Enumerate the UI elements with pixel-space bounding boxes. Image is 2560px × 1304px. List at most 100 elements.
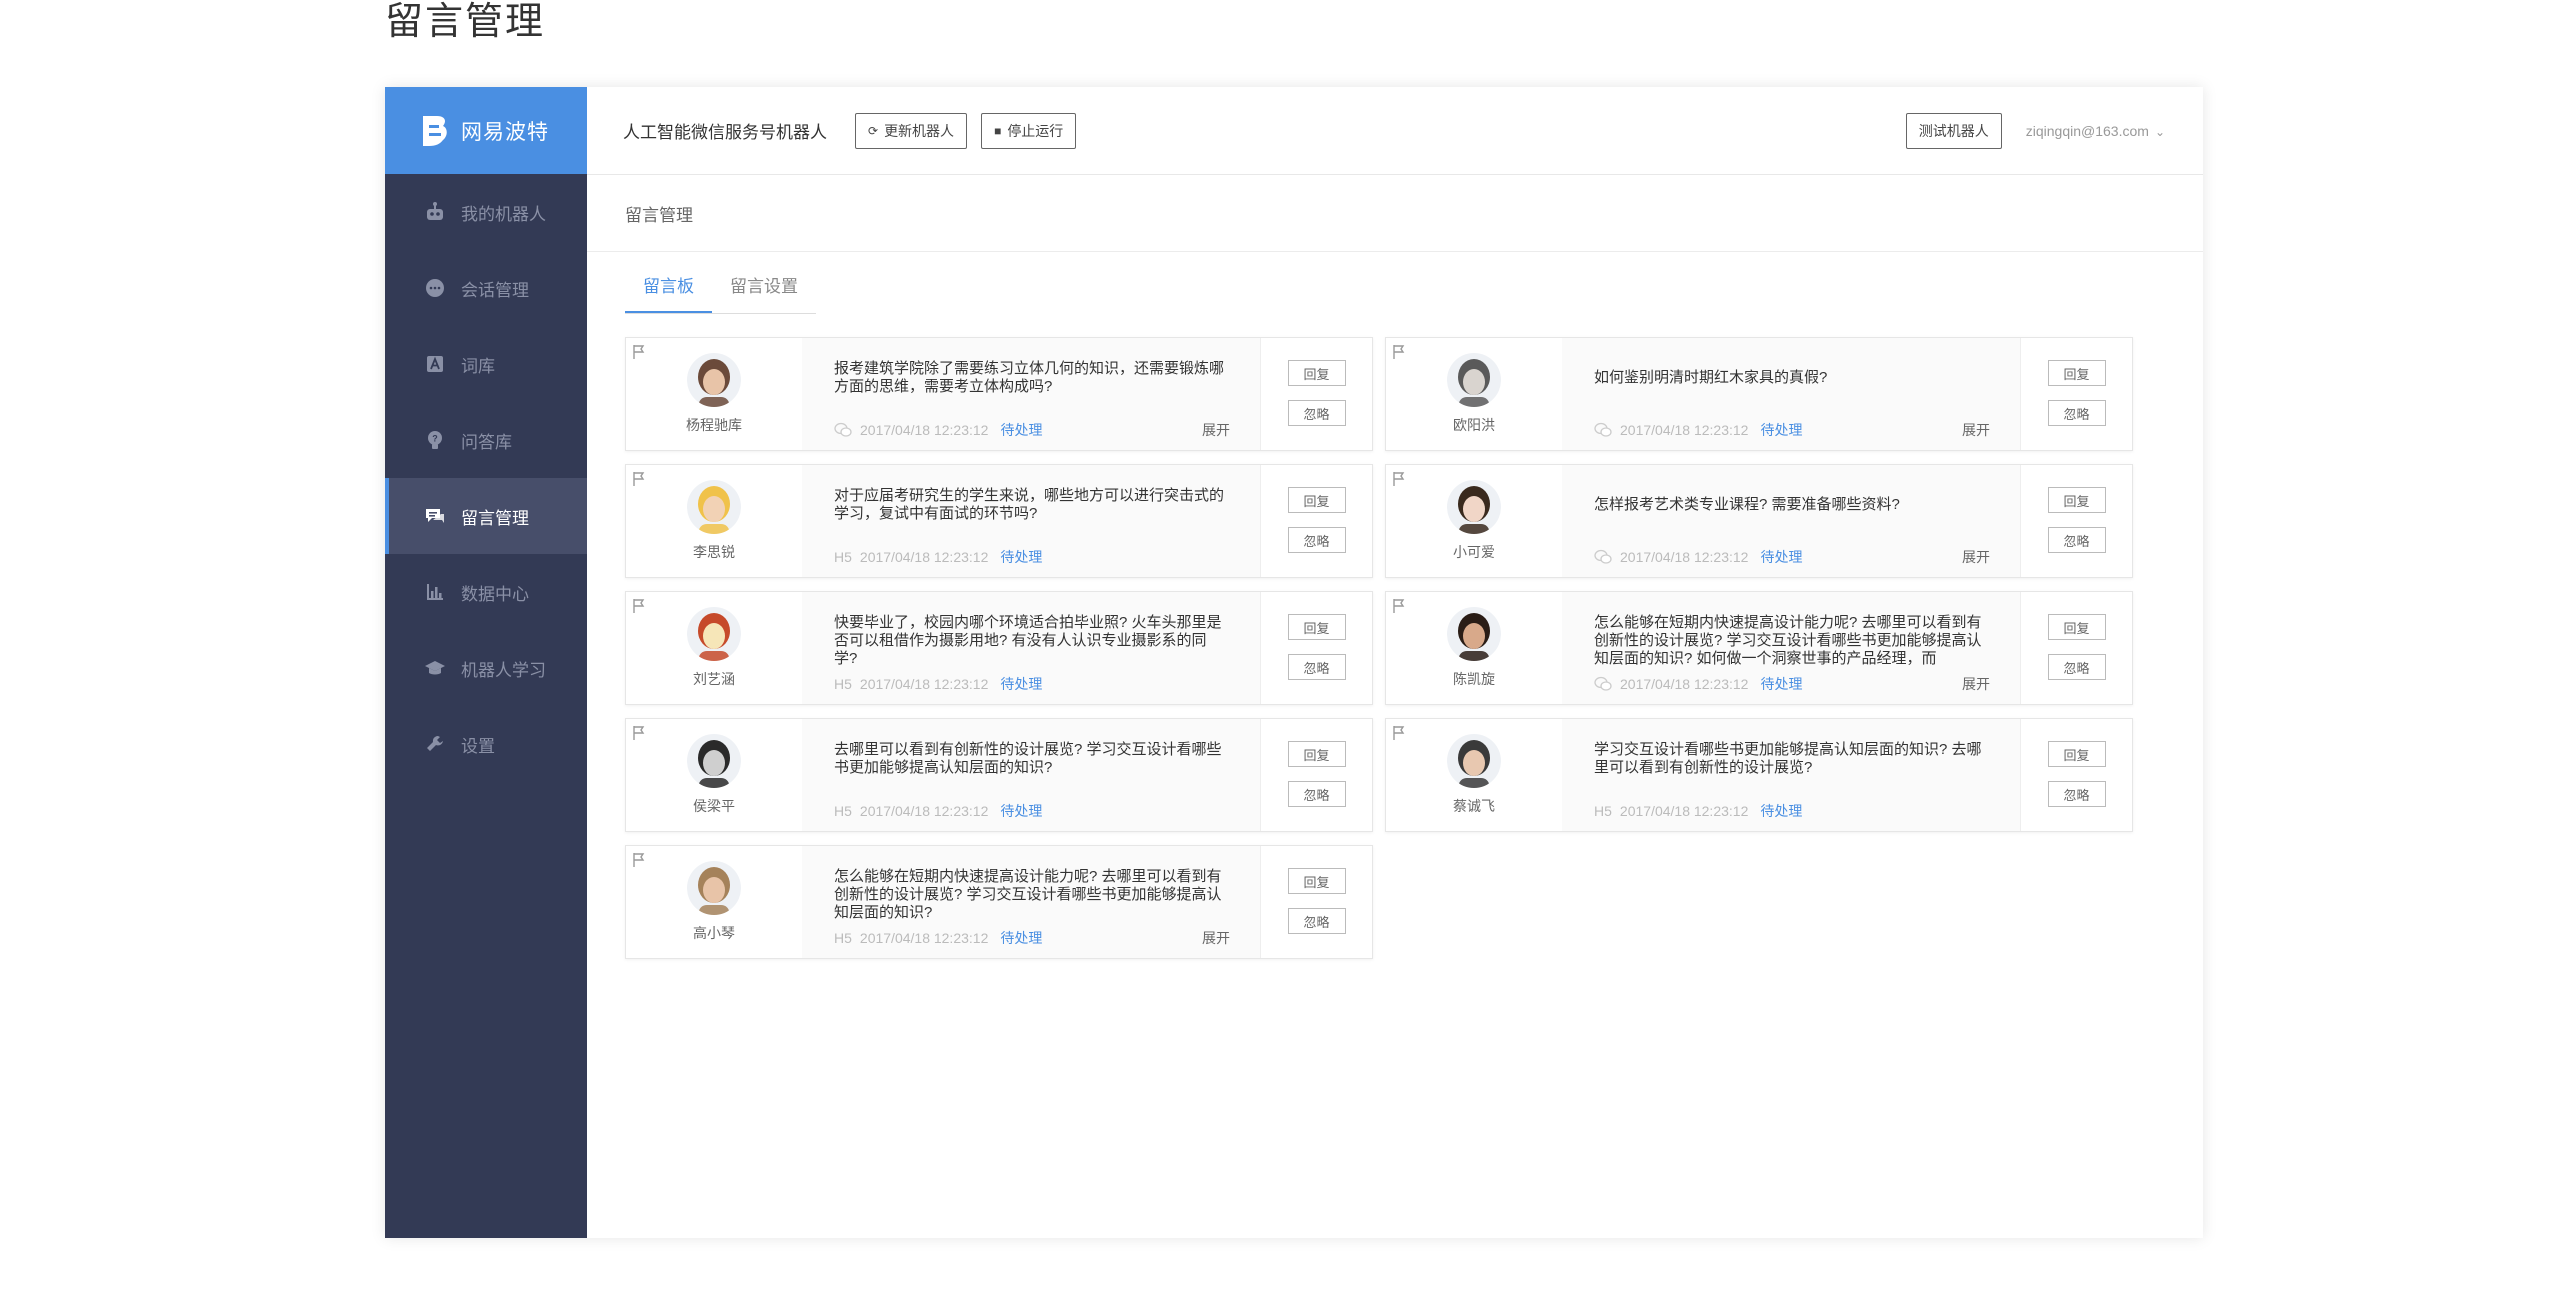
message-text: 如何鉴别明清时期红木家具的真假? bbox=[1594, 369, 1828, 386]
message-card: 刘艺涵 快要毕业了，校园内哪个环境适合拍毕业照? 火车头那里是否可以租借作为摄影用… bbox=[625, 591, 1373, 705]
message-actions: 回复 忽略 bbox=[1260, 338, 1372, 450]
ignore-button[interactable]: 忽略 bbox=[2047, 400, 2106, 426]
sidebar-item-4[interactable]: 留言管理 bbox=[385, 478, 587, 554]
reply-button[interactable]: 回复 bbox=[2047, 614, 2106, 640]
ignore-button[interactable]: 忽略 bbox=[2047, 781, 2106, 807]
reply-button[interactable]: 回复 bbox=[1287, 360, 1346, 386]
breadcrumb: 留言管理 bbox=[587, 175, 2203, 252]
status-badge: 待处理 bbox=[1000, 422, 1043, 438]
expand-link[interactable]: 展开 bbox=[1962, 547, 1990, 567]
username: 高小琴 bbox=[693, 925, 735, 941]
user-email: ziqingqin@163.com bbox=[2025, 122, 2149, 139]
avatar bbox=[1447, 480, 1501, 534]
svg-text:?: ? bbox=[432, 434, 438, 444]
status-badge: 待处理 bbox=[1760, 676, 1803, 692]
stop-icon: ■ bbox=[994, 123, 1002, 138]
ignore-button[interactable]: 忽略 bbox=[2047, 527, 2106, 553]
robot-icon bbox=[423, 200, 447, 224]
message-source: H5 bbox=[834, 549, 852, 565]
message-author: 蔡诚飞 bbox=[1386, 719, 1562, 831]
reply-button[interactable]: 回复 bbox=[2047, 741, 2106, 767]
expand-link[interactable]: 展开 bbox=[1202, 420, 1230, 440]
sidebar-item-1[interactable]: 会话管理 bbox=[385, 250, 587, 326]
message-time: 2017/04/18 12:23:12 bbox=[859, 549, 989, 565]
message-meta: 2017/04/18 12:23:12 待处理 展开 bbox=[1594, 547, 1990, 567]
bulb-icon: ? bbox=[423, 428, 447, 452]
wechat-icon bbox=[1594, 676, 1612, 692]
avatar bbox=[687, 353, 741, 407]
username: 侯梁平 bbox=[693, 798, 735, 814]
sidebar-item-0[interactable]: 我的机器人 bbox=[385, 174, 587, 250]
reply-button[interactable]: 回复 bbox=[2047, 487, 2106, 513]
message-text: 去哪里可以看到有创新性的设计展览? 学习交互设计看哪些书更加能够提高认知层面的知… bbox=[834, 741, 1222, 776]
status-badge: 待处理 bbox=[1760, 803, 1803, 819]
reply-button[interactable]: 回复 bbox=[1287, 614, 1346, 640]
sidebar-item-6[interactable]: 机器人学习 bbox=[385, 630, 587, 706]
message-meta: 2017/04/18 12:23:12 待处理 展开 bbox=[1594, 674, 1990, 694]
message-actions: 回复 忽略 bbox=[1260, 465, 1372, 577]
message-author: 杨程驰库 bbox=[626, 338, 802, 450]
avatar bbox=[687, 734, 741, 788]
brand-name: 网易波特 bbox=[461, 120, 549, 144]
ignore-button[interactable]: 忽略 bbox=[1287, 781, 1346, 807]
message-card: 侯梁平 去哪里可以看到有创新性的设计展览? 学习交互设计看哪些书更加能够提高认知层… bbox=[625, 718, 1373, 832]
status-badge: 待处理 bbox=[1000, 676, 1043, 692]
reply-button[interactable]: 回复 bbox=[1287, 487, 1346, 513]
message-card: 高小琴 怎么能够在短期内快速提高设计能力呢? 去哪里可以看到有创新性的设计展览? … bbox=[625, 845, 1373, 959]
expand-link[interactable]: 展开 bbox=[1202, 928, 1230, 948]
sidebar-item-label: 机器人学习 bbox=[461, 660, 546, 680]
message-text: 怎么能够在短期内快速提高设计能力呢? 去哪里可以看到有创新性的设计展览? 学习交… bbox=[834, 868, 1222, 921]
tab-message-settings[interactable]: 留言设置 bbox=[712, 262, 816, 313]
message-text: 快要毕业了，校园内哪个环境适合拍毕业照? 火车头那里是否可以租借作为摄影用地? … bbox=[834, 614, 1222, 667]
ignore-button[interactable]: 忽略 bbox=[1287, 400, 1346, 426]
sidebar-item-7[interactable]: 设置 bbox=[385, 706, 587, 782]
message-text: 怎样报考艺术类专业课程? 需要准备哪些资料? bbox=[1594, 496, 1900, 513]
message-time: 2017/04/18 12:23:12 bbox=[859, 930, 989, 946]
message-card: 陈凯旋 怎么能够在短期内快速提高设计能力呢? 去哪里可以看到有创新性的设计展览? … bbox=[1385, 591, 2133, 705]
message-content: 快要毕业了，校园内哪个环境适合拍毕业照? 火车头那里是否可以租借作为摄影用地? … bbox=[802, 592, 1260, 704]
avatar bbox=[687, 861, 741, 915]
expand-link[interactable]: 展开 bbox=[1962, 674, 1990, 694]
sidebar-item-label: 设置 bbox=[461, 736, 495, 756]
message-author: 陈凯旋 bbox=[1386, 592, 1562, 704]
sidebar-item-3[interactable]: ? 问答库 bbox=[385, 402, 587, 478]
message-time: 2017/04/18 12:23:12 bbox=[1620, 676, 1749, 692]
tab-message-board[interactable]: 留言板 bbox=[625, 262, 712, 313]
ignore-button[interactable]: 忽略 bbox=[2047, 654, 2106, 680]
wechat-icon bbox=[1594, 549, 1612, 565]
sidebar-item-5[interactable]: 数据中心 bbox=[385, 554, 587, 630]
test-robot-button[interactable]: 测试机器人 bbox=[1905, 112, 2002, 149]
sidebar-item-2[interactable]: 词库 bbox=[385, 326, 587, 402]
avatar bbox=[1447, 734, 1501, 788]
reply-button[interactable]: 回复 bbox=[2047, 360, 2106, 386]
message-card: 蔡诚飞 学习交互设计看哪些书更加能够提高认知层面的知识? 去哪里可以看到有创新性的… bbox=[1385, 718, 2133, 832]
message-time: 2017/04/18 12:23:12 bbox=[1620, 549, 1749, 565]
username: 李思锐 bbox=[693, 544, 735, 560]
sidebar-item-label: 数据中心 bbox=[461, 584, 529, 604]
ignore-button[interactable]: 忽略 bbox=[1287, 908, 1346, 934]
topbar: 人工智能微信服务号机器人 ⟳ 更新机器人 ■ 停止运行 测试机器人 ziqing… bbox=[587, 87, 2203, 175]
avatar bbox=[1447, 607, 1501, 661]
expand-link[interactable]: 展开 bbox=[1962, 420, 1990, 440]
status-badge: 待处理 bbox=[1000, 803, 1043, 819]
message-meta: 2017/04/18 12:23:12 待处理 展开 bbox=[834, 420, 1230, 440]
reply-button[interactable]: 回复 bbox=[1287, 868, 1346, 894]
ignore-button[interactable]: 忽略 bbox=[1287, 527, 1346, 553]
status-badge: 待处理 bbox=[1760, 549, 1803, 565]
graduation-cap-icon bbox=[423, 656, 447, 680]
user-menu[interactable]: ziqingqin@163.com ⌄ bbox=[2026, 123, 2165, 139]
stop-running-button[interactable]: ■ 停止运行 bbox=[981, 112, 1077, 149]
avatar bbox=[687, 480, 741, 534]
refresh-robot-button[interactable]: ⟳ 更新机器人 bbox=[855, 112, 968, 149]
brand-logo[interactable]: 网易波特 bbox=[385, 87, 587, 174]
message-source: H5 bbox=[834, 930, 852, 946]
username: 蔡诚飞 bbox=[1453, 798, 1495, 814]
reply-button[interactable]: 回复 bbox=[1287, 741, 1346, 767]
message-source: H5 bbox=[834, 676, 852, 692]
message-source: H5 bbox=[834, 803, 852, 819]
bot-name: 人工智能微信服务号机器人 bbox=[623, 123, 827, 142]
ignore-button[interactable]: 忽略 bbox=[1287, 654, 1346, 680]
message-text: 怎么能够在短期内快速提高设计能力呢? 去哪里可以看到有创新性的设计展览? 学习交… bbox=[1594, 614, 1982, 667]
chat-icon bbox=[423, 276, 447, 300]
message-actions: 回复 忽略 bbox=[2020, 465, 2132, 577]
